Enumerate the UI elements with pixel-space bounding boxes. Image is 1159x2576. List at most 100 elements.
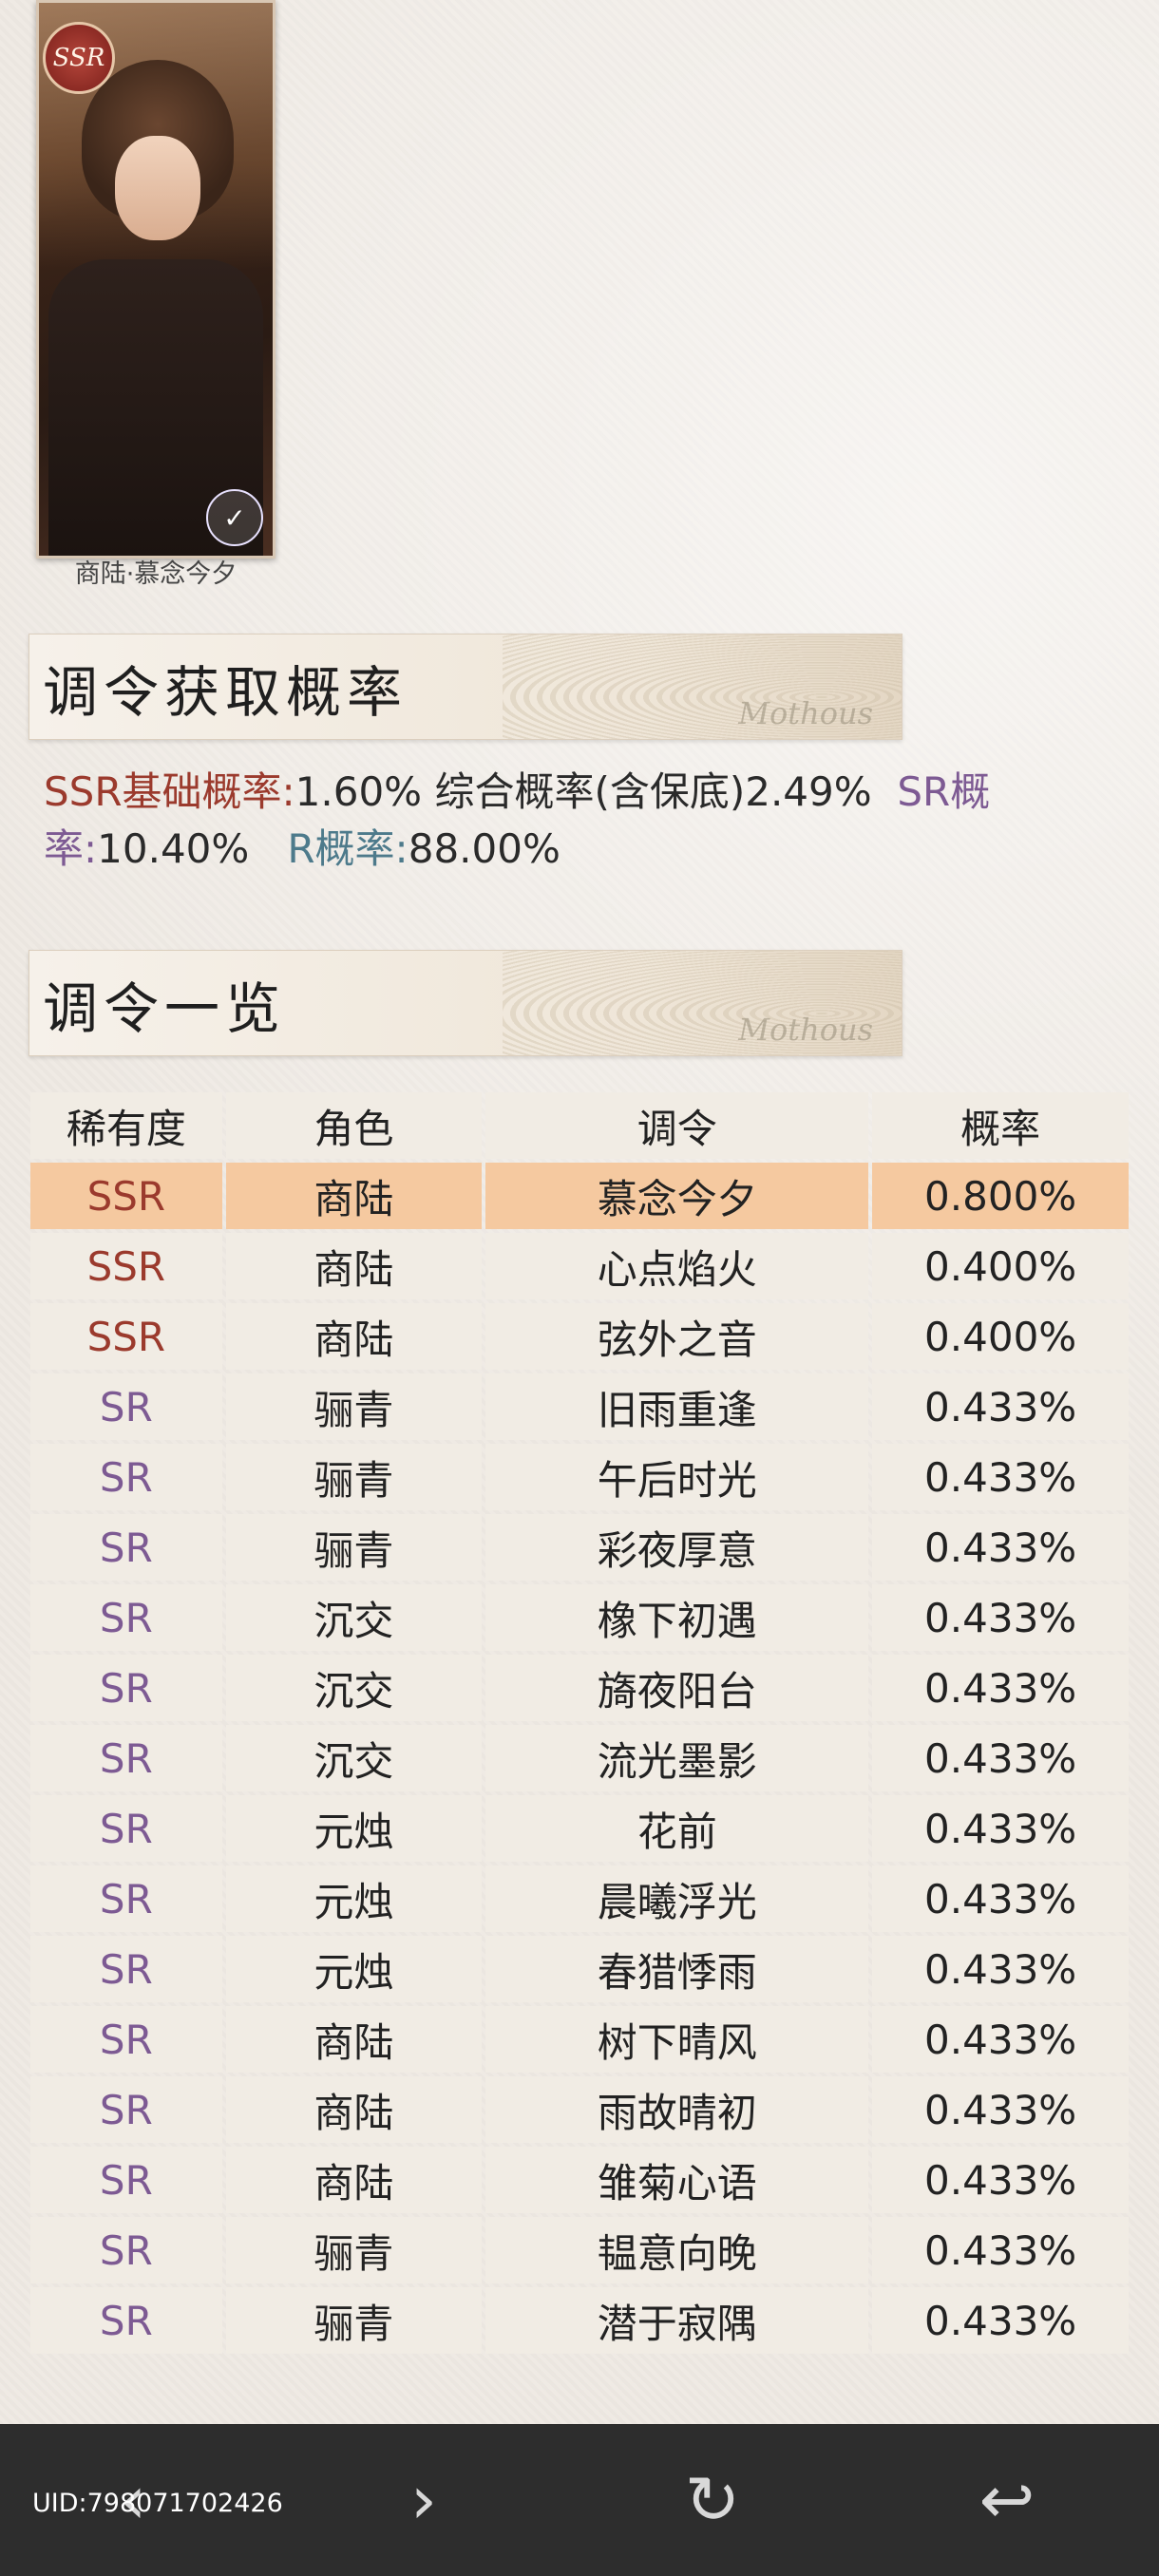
card-cell: 橡下初遇 <box>485 1584 869 1651</box>
rate-cell: 0.433% <box>872 1866 1129 1932</box>
card-cell: 心点焰火 <box>485 1233 869 1299</box>
card-cell: 彩夜厚意 <box>485 1514 869 1581</box>
table-row: SR 骊青 潜于寂隅 0.433% <box>30 2287 1129 2354</box>
rate-cell: 0.433% <box>872 1655 1129 1721</box>
sr-rate-value: 10.40% <box>97 825 250 872</box>
table-row: SR 骊青 午后时光 0.433% <box>30 1444 1129 1510</box>
character-card[interactable]: SSR ✓ <box>36 0 276 559</box>
rarity-cell: SSR <box>30 1163 222 1229</box>
card-cell: 旧雨重逢 <box>485 1373 869 1440</box>
combined-rate: 综合概率(含保底)2.49% <box>434 768 872 815</box>
rate-cell: 0.433% <box>872 2217 1129 2283</box>
refresh-icon[interactable]: ↻ <box>674 2461 750 2539</box>
rarity-cell: SR <box>30 1373 222 1440</box>
character-cell: 骊青 <box>225 2217 483 2283</box>
card-cell: 晨曦浮光 <box>485 1866 869 1932</box>
character-cell: 骊青 <box>225 1514 483 1581</box>
card-cell: 花前 <box>485 1795 869 1862</box>
card-cell: 春猎悸雨 <box>485 1936 869 2002</box>
rarity-cell: SR <box>30 2217 222 2283</box>
rate-cell: 0.433% <box>872 1795 1129 1862</box>
table-row: SR 沉交 流光墨影 0.433% <box>30 1725 1129 1791</box>
rate-cell: 0.433% <box>872 1514 1129 1581</box>
rates-section-header: 调令获取概率 Mothous <box>28 634 902 740</box>
character-cell: 商陆 <box>225 2147 483 2213</box>
table-row: SSR 商陆 慕念今夕 0.800% <box>30 1163 1129 1229</box>
table-row: SR 骊青 彩夜厚意 0.433% <box>30 1514 1129 1581</box>
r-rate-label: R概率: <box>287 825 408 872</box>
header-script: Mothous <box>738 695 873 731</box>
table-row: SR 元烛 花前 0.433% <box>30 1795 1129 1862</box>
rate-cell: 0.433% <box>872 1444 1129 1510</box>
column-header-card: 调令 <box>485 1092 869 1159</box>
ssr-rate-label: SSR基础概率: <box>44 768 295 815</box>
uid-label: UID:798071702426 <box>32 2489 283 2518</box>
rates-text: SSR基础概率:1.60% 综合概率(含保底)2.49% SR概率:10.40%… <box>44 764 1041 878</box>
card-cell: 雏菊心语 <box>485 2147 869 2213</box>
table-row: SSR 商陆 心点焰火 0.400% <box>30 1233 1129 1299</box>
card-cell: 慕念今夕 <box>485 1163 869 1229</box>
rates-section-title: 调令获取概率 <box>43 660 408 725</box>
rate-cell: 0.433% <box>872 1584 1129 1651</box>
rarity-cell: SR <box>30 2287 222 2354</box>
rate-cell: 0.433% <box>872 2006 1129 2073</box>
table-row: SR 沉交 橡下初遇 0.433% <box>30 1584 1129 1651</box>
rarity-cell: SR <box>30 2076 222 2143</box>
character-cell: 元烛 <box>225 1795 483 1862</box>
character-cell: 商陆 <box>225 2006 483 2073</box>
header-script: Mothous <box>738 1012 873 1048</box>
rate-cell: 0.433% <box>872 1373 1129 1440</box>
character-cell: 商陆 <box>225 2076 483 2143</box>
character-cell: 元烛 <box>225 1866 483 1932</box>
character-cell: 商陆 <box>225 1303 483 1370</box>
table-row: SR 元烛 春猎悸雨 0.433% <box>30 1936 1129 2002</box>
rate-cell: 0.400% <box>872 1233 1129 1299</box>
ssr-badge: SSR <box>43 22 115 94</box>
table-row: SR 元烛 晨曦浮光 0.433% <box>30 1866 1129 1932</box>
table-row: SR 沉交 旖夜阳台 0.433% <box>30 1655 1129 1721</box>
list-section-title: 调令一览 <box>43 976 287 1041</box>
chevron-right-icon[interactable]: › <box>386 2461 462 2539</box>
character-cell: 商陆 <box>225 1233 483 1299</box>
character-cell: 骊青 <box>225 2287 483 2354</box>
list-section-header: 调令一览 Mothous <box>28 950 902 1056</box>
rate-cell: 0.433% <box>872 2147 1129 2213</box>
rarity-cell: SSR <box>30 1233 222 1299</box>
rate-cell: 0.433% <box>872 2076 1129 2143</box>
card-list-table: 稀有度 角色 调令 概率 SSR 商陆 慕念今夕 0.800% SSR 商陆 心… <box>27 1089 1132 2358</box>
table-row: SSR 商陆 弦外之音 0.400% <box>30 1303 1129 1370</box>
rate-cell: 0.400% <box>872 1303 1129 1370</box>
table-row: SR 骊青 韫意向晚 0.433% <box>30 2217 1129 2283</box>
column-header-character: 角色 <box>225 1092 483 1159</box>
character-cell: 元烛 <box>225 1936 483 2002</box>
character-cell: 骊青 <box>225 1373 483 1440</box>
check-sparkle-icon: ✓ <box>206 489 263 546</box>
character-cell: 沉交 <box>225 1655 483 1721</box>
card-cell: 树下晴风 <box>485 2006 869 2073</box>
character-cell: 骊青 <box>225 1444 483 1510</box>
rarity-cell: SR <box>30 1514 222 1581</box>
rarity-cell: SR <box>30 1795 222 1862</box>
ssr-rate-value: 1.60% <box>294 768 423 815</box>
rate-cell: 0.800% <box>872 1163 1129 1229</box>
rarity-cell: SSR <box>30 1303 222 1370</box>
card-cell: 旖夜阳台 <box>485 1655 869 1721</box>
rarity-cell: SR <box>30 1936 222 2002</box>
card-cell: 弦外之音 <box>485 1303 869 1370</box>
card-cell: 雨故晴初 <box>485 2076 869 2143</box>
rarity-cell: SR <box>30 1866 222 1932</box>
r-rate-value: 88.00% <box>408 825 560 872</box>
card-cell: 流光墨影 <box>485 1725 869 1791</box>
character-cell: 商陆 <box>225 1163 483 1229</box>
character-cell: 沉交 <box>225 1725 483 1791</box>
rarity-cell: SR <box>30 1725 222 1791</box>
character-face <box>115 136 200 240</box>
table-row: SR 商陆 雏菊心语 0.433% <box>30 2147 1129 2213</box>
column-header-rarity: 稀有度 <box>30 1092 222 1159</box>
character-cell: 沉交 <box>225 1584 483 1651</box>
rarity-cell: SR <box>30 1444 222 1510</box>
rarity-cell: SR <box>30 1584 222 1651</box>
exit-icon[interactable]: ↩ <box>969 2461 1045 2539</box>
rate-cell: 0.433% <box>872 1725 1129 1791</box>
card-caption: 商陆·慕念今夕 <box>74 559 238 589</box>
